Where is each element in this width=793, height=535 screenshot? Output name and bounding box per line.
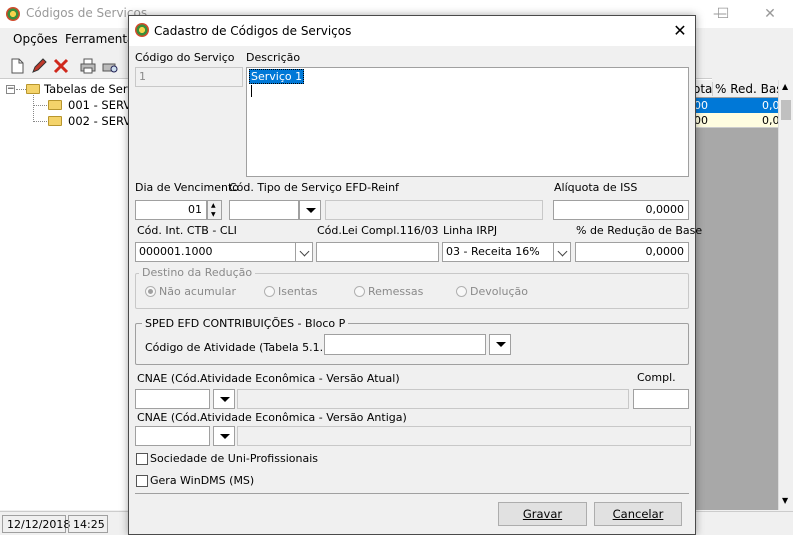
codigo-servico-label: Código do Serviço	[135, 51, 235, 64]
cnae-antiga-description	[237, 426, 691, 446]
tree-connector	[33, 95, 34, 122]
dia-vencimento-spinner[interactable]: ▲ ▼	[207, 200, 222, 220]
grid-empty-area	[690, 98, 778, 510]
scroll-thumb[interactable]	[781, 100, 791, 120]
menu-opcoes[interactable]: Opções	[13, 32, 58, 46]
codigo-atividade-label: Código de Atividade (Tabela 5.1.1):	[145, 341, 339, 354]
radio-isentas[interactable]	[264, 286, 275, 297]
status-time: 14:25	[68, 515, 108, 533]
grid-header-cell[interactable]: % Red. Bas	[712, 82, 782, 96]
print-preview-icon[interactable]	[101, 57, 119, 75]
descricao-label: Descrição	[246, 51, 301, 64]
gravar-button[interactable]: Gravar	[498, 502, 587, 526]
delete-icon[interactable]	[52, 57, 70, 75]
cod-lei-label: Cód.Lei Compl.116/03	[317, 224, 439, 237]
dialog-title: Cadastro de Códigos de Serviços	[154, 24, 352, 38]
dropdown-arrow-icon[interactable]	[213, 426, 235, 446]
app-logo-icon	[6, 7, 20, 21]
tree-connector	[33, 105, 47, 106]
spin-up-icon[interactable]: ▲	[211, 202, 216, 209]
grid-cell: 0,0	[762, 99, 780, 112]
cod-tipo-servico-label: Cód. Tipo de Serviço EFD-Reinf	[229, 181, 399, 194]
cod-lei-field[interactable]	[316, 242, 439, 262]
perc-reducao-field[interactable]: 0,0000	[575, 242, 689, 262]
sociedade-checkbox[interactable]	[136, 453, 148, 465]
grid-cell: 00	[694, 99, 708, 112]
radio-devolucao[interactable]	[456, 286, 467, 297]
close-icon[interactable]: ✕	[669, 21, 691, 41]
new-document-icon[interactable]	[8, 57, 26, 75]
table-row[interactable]: 00 0,0	[690, 113, 780, 128]
codigo-servico-field[interactable]: 1	[135, 67, 243, 87]
dia-vencimento-label: Dia de Vencimento	[135, 181, 240, 194]
app-logo-icon	[135, 23, 149, 37]
status-date: 12/12/2018	[2, 515, 70, 533]
chevron-down-icon[interactable]	[295, 242, 313, 262]
aliquota-iss-label: Alíquota de ISS	[554, 181, 638, 194]
folder-icon	[48, 116, 62, 126]
dropdown-arrow-icon[interactable]	[213, 389, 235, 409]
divider	[135, 493, 689, 494]
folder-open-icon	[26, 84, 40, 94]
aliquota-iss-field[interactable]: 0,0000	[553, 200, 689, 220]
scroll-up-icon[interactable]: ▲	[782, 82, 788, 91]
radio-label: Isentas	[278, 285, 318, 298]
cancelar-button[interactable]: Cancelar	[594, 502, 682, 526]
cnae-atual-combo[interactable]	[135, 389, 210, 409]
sped-title: SPED EFD CONTRIBUIÇÕES - Bloco P	[142, 317, 349, 330]
tree-collapse-icon[interactable]: −	[6, 85, 15, 94]
radio-nao-acumular[interactable]	[145, 286, 156, 297]
cod-int-ctb-label: Cód. Int. CTB - CLI	[137, 224, 237, 237]
destino-reducao-title: Destino da Redução	[139, 266, 256, 279]
cnae-antiga-combo[interactable]	[135, 426, 210, 446]
cnae-antiga-label: CNAE (Cód.Atividade Econômica - Versão A…	[137, 411, 407, 424]
tree-connector	[16, 89, 26, 90]
cnae-atual-description	[237, 389, 629, 409]
cod-tipo-servico-description	[325, 200, 543, 220]
vertical-scrollbar[interactable]: ▲ ▼	[778, 80, 793, 510]
grid-cell: 00	[694, 114, 708, 127]
edit-pencil-icon[interactable]	[30, 57, 48, 75]
gera-windms-checkbox[interactable]	[136, 475, 148, 487]
dropdown-arrow-icon[interactable]	[489, 334, 511, 355]
scroll-down-icon[interactable]: ▼	[782, 496, 788, 505]
cod-tipo-servico-combo[interactable]	[229, 200, 299, 220]
cadastro-dialog: Cadastro de Códigos de Serviços ✕ Código…	[128, 15, 702, 535]
cod-int-ctb-combo[interactable]: 000001.1000	[135, 242, 299, 262]
linha-irpj-combo[interactable]: 03 - Receita 16%	[442, 242, 554, 262]
grid-cell: 0,0	[762, 114, 780, 127]
grid-header: ota % Red. Bas	[690, 80, 782, 98]
compl-field[interactable]	[633, 389, 689, 409]
spin-down-icon[interactable]: ▼	[211, 211, 216, 218]
radio-label: Não acumular	[159, 285, 236, 298]
folder-icon	[48, 100, 62, 110]
codigo-atividade-combo[interactable]	[324, 334, 486, 355]
print-icon[interactable]	[79, 57, 97, 75]
cancelar-button-label: Cancelar	[612, 507, 664, 521]
compl-label: Compl.	[637, 371, 676, 384]
gera-windms-label: Gera WinDMS (MS)	[150, 474, 255, 487]
sociedade-label: Sociedade de Uni-Profissionais	[150, 452, 318, 465]
text-cursor	[251, 85, 252, 97]
tree-connector	[33, 121, 47, 122]
chevron-down-icon[interactable]	[553, 242, 571, 262]
descricao-selected-text: Serviço 1	[249, 69, 305, 84]
table-row[interactable]: 00 0,0	[690, 98, 780, 113]
dialog-titlebar: Cadastro de Códigos de Serviços ✕	[129, 16, 695, 46]
perc-reducao-label: % de Redução de Base	[576, 224, 703, 237]
close-icon[interactable]: ✕	[755, 4, 785, 24]
dropdown-arrow-icon[interactable]	[299, 200, 321, 220]
linha-irpj-label: Linha IRPJ	[443, 224, 498, 237]
radio-label: Remessas	[368, 285, 424, 298]
radio-label: Devolução	[470, 285, 529, 298]
dia-vencimento-field[interactable]: 01	[135, 200, 207, 220]
descricao-textarea[interactable]: Serviço 1	[246, 67, 689, 177]
cnae-atual-label: CNAE (Cód.Atividade Econômica - Versão A…	[137, 372, 400, 385]
maximize-icon[interactable]: ☐	[708, 4, 738, 24]
radio-remessas[interactable]	[354, 286, 365, 297]
gravar-button-label: Gravar	[522, 507, 563, 521]
